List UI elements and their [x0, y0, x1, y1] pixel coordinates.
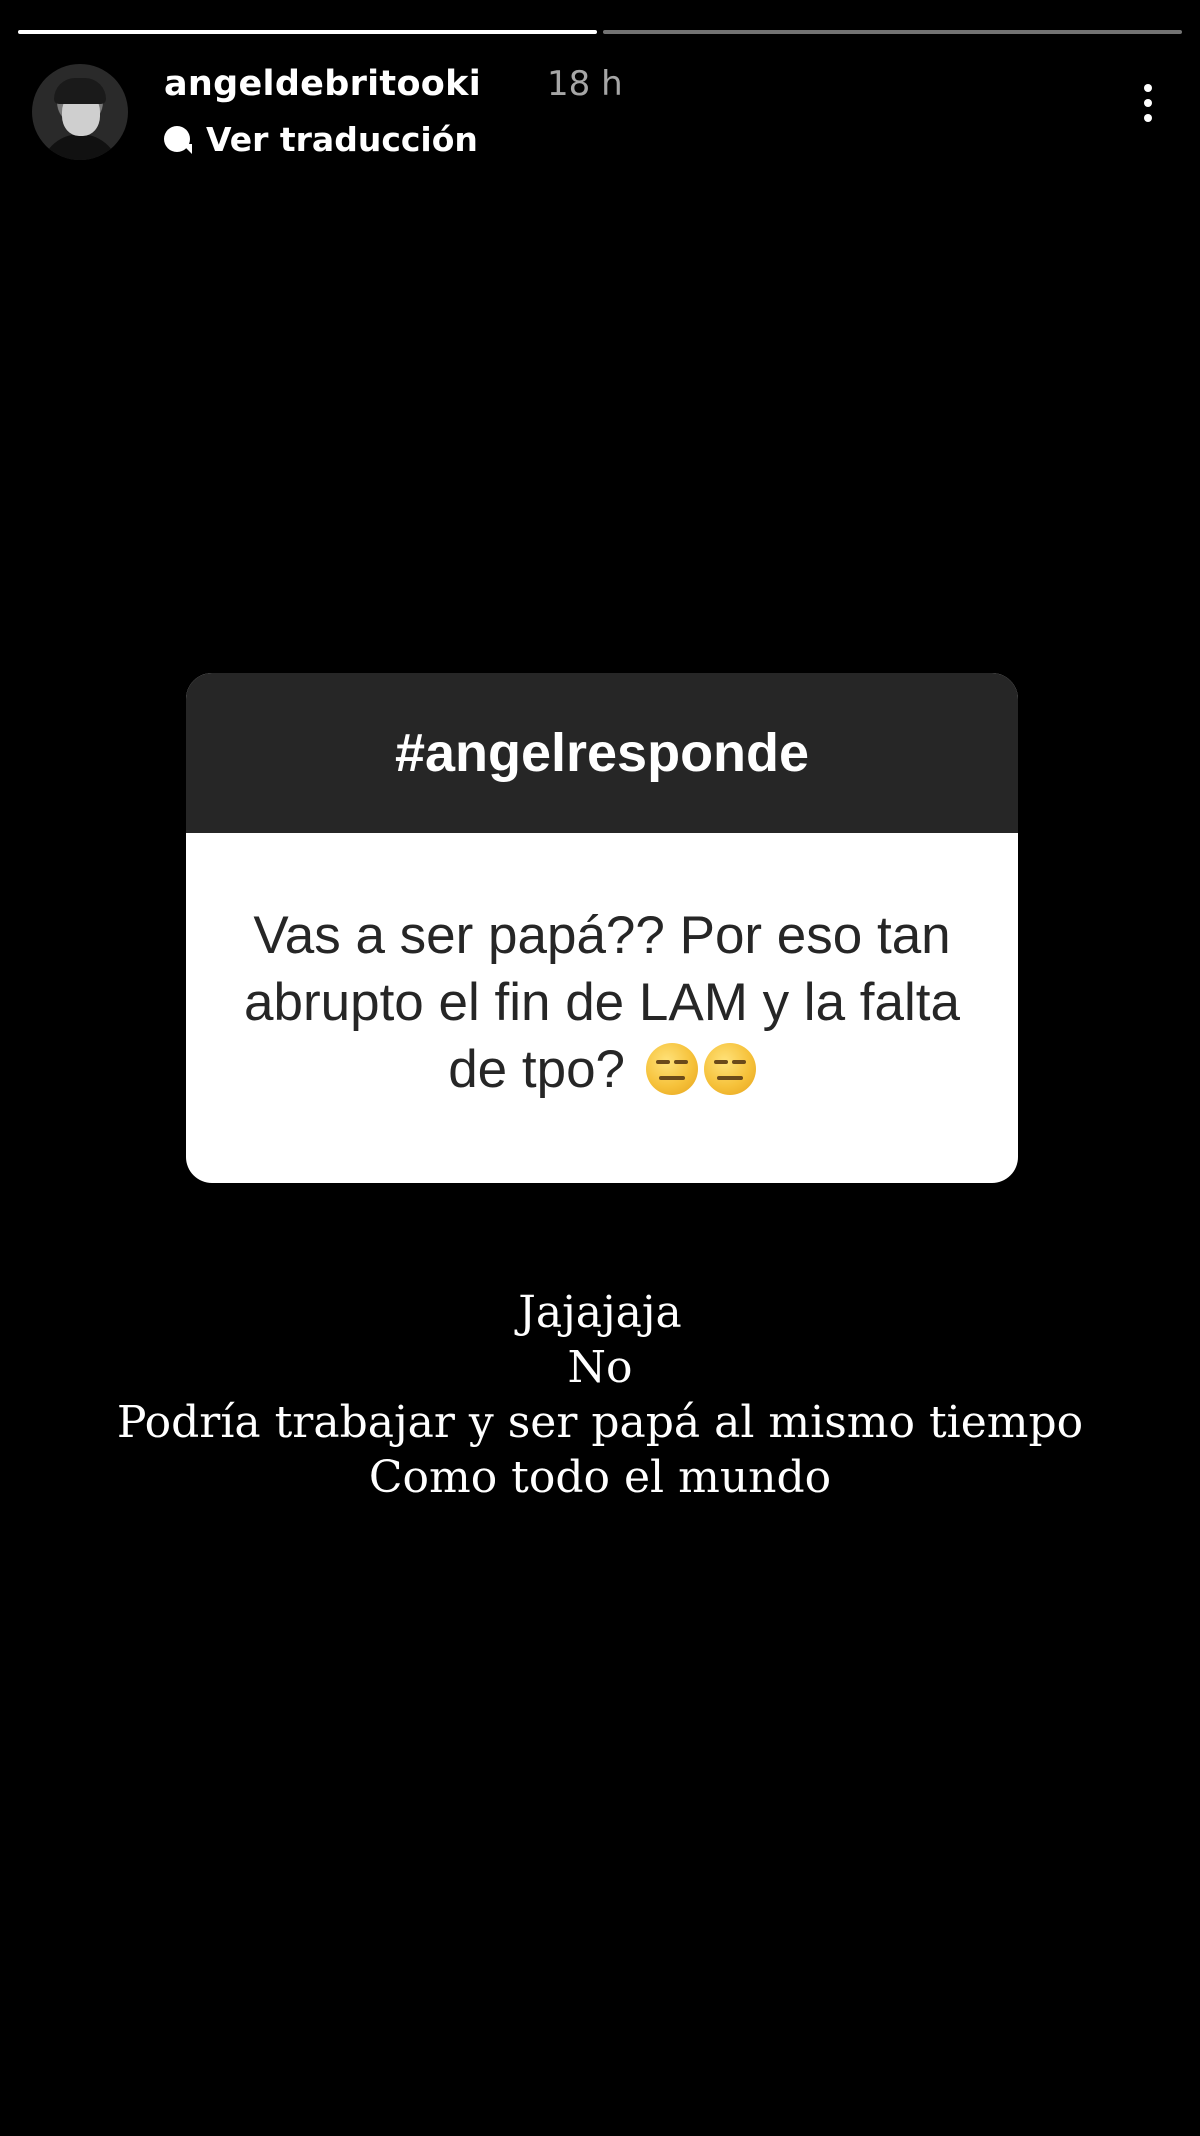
speech-bubble-icon — [164, 125, 192, 154]
question-text: Vas a ser papá?? Por eso tan abrupto el … — [244, 905, 960, 1099]
story-progress-bar — [18, 30, 1182, 34]
answer-line: Como todo el mundo — [368, 1452, 832, 1503]
question-text-wrapper: Vas a ser papá?? Por eso tan abrupto el … — [236, 902, 968, 1103]
answer-text: Jajajaja No Podría trabajar y ser papá a… — [0, 1285, 1200, 1505]
avatar[interactable] — [32, 64, 128, 160]
story-progress-segment — [18, 30, 597, 34]
more-vertical-icon[interactable] — [1138, 84, 1158, 122]
username[interactable]: angeldebritooki — [164, 64, 481, 104]
story-progress-segment — [603, 30, 1182, 34]
answer-line: No — [567, 1342, 633, 1393]
question-sticker-header: #angelresponde — [186, 673, 1018, 833]
question-sticker: #angelresponde Vas a ser papá?? Por eso … — [186, 673, 1018, 1183]
answer-line: Podría trabajar y ser papá al mismo tiem… — [116, 1397, 1084, 1448]
post-time: 18 h — [547, 64, 623, 104]
expressionless-face-icon — [703, 1042, 756, 1095]
question-sticker-title: #angelresponde — [394, 723, 810, 783]
story-header: angeldebritooki 18 h Ver traducción — [32, 62, 1168, 162]
see-translation-label: Ver traducción — [206, 120, 478, 159]
answer-line: Jajajaja — [518, 1287, 682, 1338]
expressionless-face-icon — [645, 1042, 698, 1095]
see-translation-link[interactable]: Ver traducción — [164, 120, 478, 159]
question-sticker-body: Vas a ser papá?? Por eso tan abrupto el … — [186, 833, 1018, 1183]
